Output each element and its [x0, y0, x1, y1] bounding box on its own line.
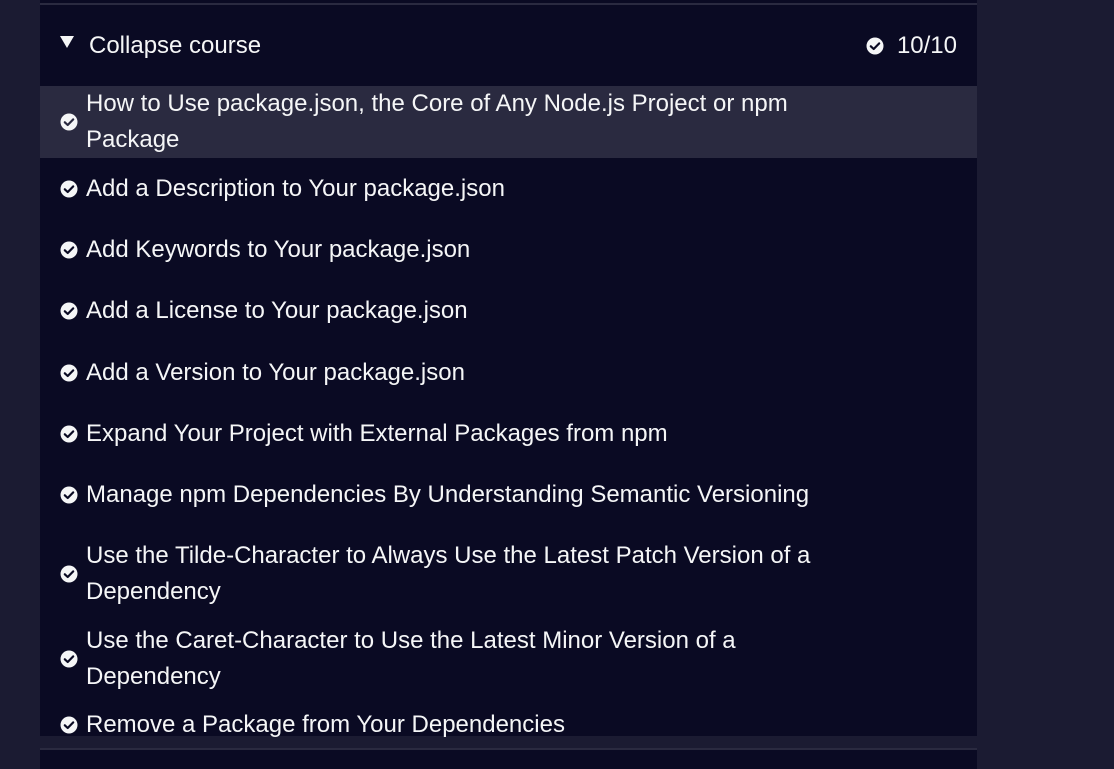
challenge-label: Remove a Package from Your Dependencies: [86, 711, 565, 739]
check-circle-icon: [60, 425, 78, 443]
challenge-label: Add a License to Your package.json: [86, 297, 468, 325]
check-circle-icon: [60, 650, 78, 668]
caret-down-icon: [60, 36, 74, 48]
course-panel: Collapse course 10/10 How to Use package…: [40, 0, 977, 769]
challenge-label: Add Keywords to Your package.json: [86, 235, 471, 263]
challenge-label: Add a Description to Your package.json: [86, 174, 505, 202]
check-circle-icon: [60, 180, 78, 198]
challenge-label: How to Use package.json, the Core of Any…: [86, 90, 788, 153]
next-block-edge: [40, 748, 977, 769]
challenge-item[interactable]: Add a Version to Your package.json: [40, 342, 977, 403]
challenge-label: Use the Tilde-Character to Always Use th…: [86, 542, 811, 606]
collapse-course-button[interactable]: Collapse course 10/10: [40, 5, 977, 86]
check-circle-icon: [866, 37, 884, 55]
check-circle-icon: [60, 302, 78, 320]
check-circle-icon: [60, 364, 78, 382]
challenge-item[interactable]: Manage npm Dependencies By Understanding…: [40, 464, 977, 525]
check-circle-icon: [60, 113, 78, 131]
challenge-list: How to Use package.json, the Core of Any…: [40, 86, 977, 756]
challenge-label: Expand Your Project with External Packag…: [86, 419, 668, 447]
challenge-item[interactable]: Add a License to Your package.json: [40, 281, 977, 342]
challenge-item[interactable]: Remove a Package from Your Dependencies: [40, 695, 977, 756]
challenge-item[interactable]: Use the Caret-Character to Use the Lates…: [40, 623, 977, 695]
check-circle-icon: [60, 716, 78, 734]
challenge-item[interactable]: Add Keywords to Your package.json: [40, 219, 977, 280]
challenge-item[interactable]: Expand Your Project with External Packag…: [40, 403, 977, 464]
check-circle-icon: [60, 486, 78, 504]
challenge-item[interactable]: How to Use package.json, the Core of Any…: [40, 86, 977, 158]
challenge-item[interactable]: Use the Tilde-Character to Always Use th…: [40, 526, 977, 623]
challenge-label: Add a Version to Your package.json: [86, 358, 465, 386]
challenge-item[interactable]: Add a Description to Your package.json: [40, 158, 977, 219]
challenge-label: Use the Caret-Character to Use the Lates…: [86, 626, 736, 690]
course-progress: 10/10: [866, 31, 957, 61]
challenge-label: Manage npm Dependencies By Understanding…: [86, 481, 810, 509]
check-circle-icon: [60, 241, 78, 259]
check-circle-icon: [60, 565, 78, 583]
progress-count: 10/10: [896, 32, 957, 59]
collapse-course-label: Collapse course: [89, 32, 262, 59]
course-block: Collapse course 10/10 How to Use package…: [40, 5, 977, 738]
